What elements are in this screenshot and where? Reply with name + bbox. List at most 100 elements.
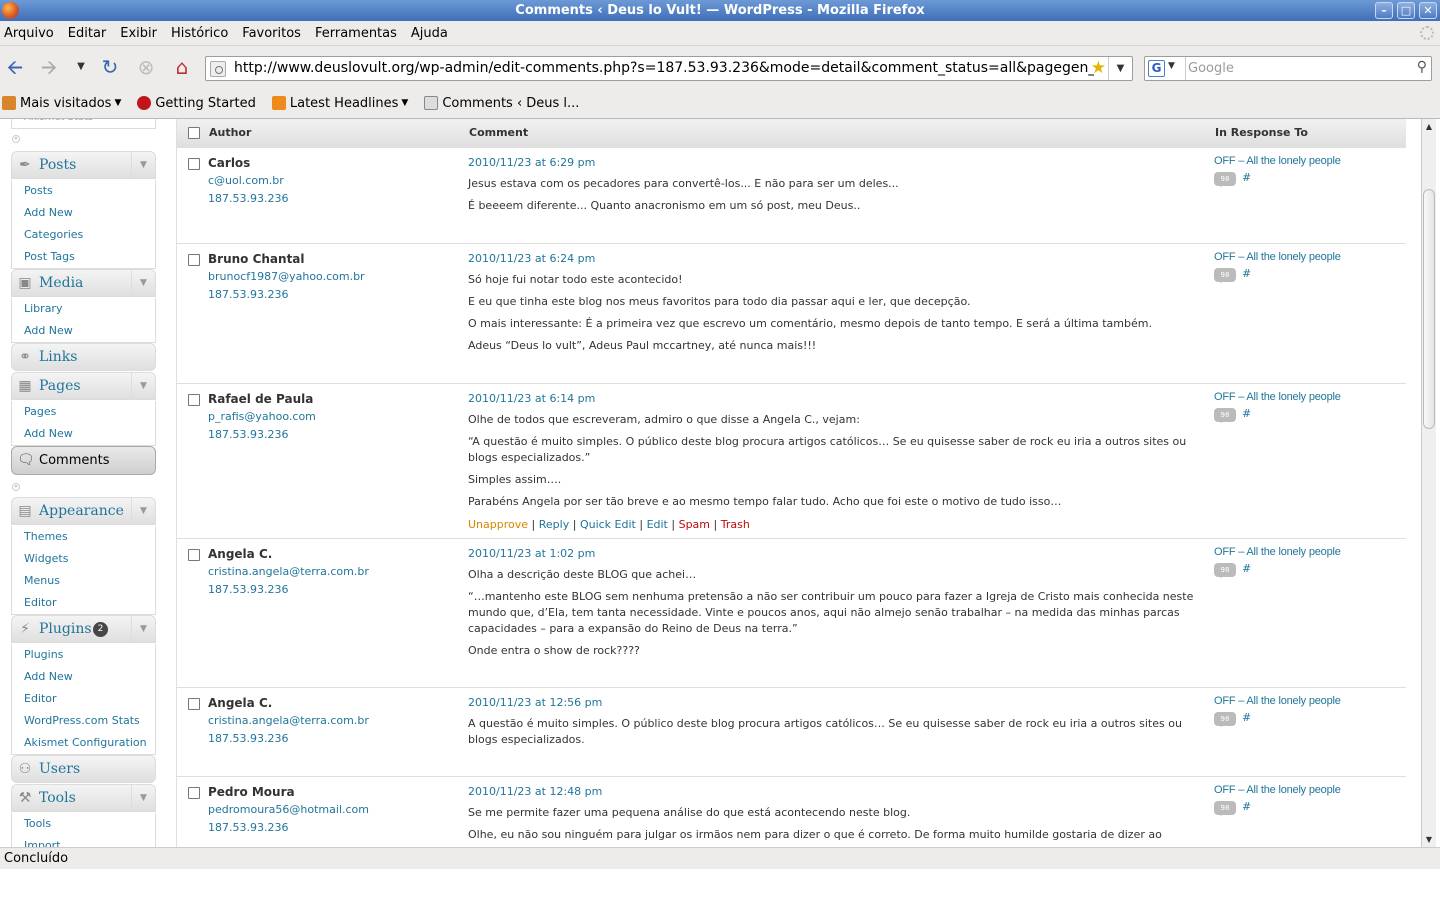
permalink-hash-link[interactable]: # — [1242, 171, 1251, 184]
unapprove-link[interactable]: Unapprove — [468, 518, 528, 531]
sidebar-item-akismet-config[interactable]: Akismet Configuration — [12, 732, 155, 754]
sidebar-item-menus[interactable]: Menus — [12, 570, 155, 592]
permalink-hash-link[interactable]: # — [1242, 711, 1251, 724]
permalink-hash-link[interactable]: # — [1242, 267, 1251, 280]
sidebar-item-import[interactable]: Import — [12, 835, 155, 847]
url-bar[interactable]: http://www.deuslovult.org/wp-admin/edit-… — [205, 56, 1133, 81]
bookmark-comments[interactable]: Comments ‹ Deus l... — [424, 96, 579, 111]
chevron-down-icon[interactable]: ▼ — [131, 616, 155, 643]
post-title-link[interactable]: OFF – All the lonely people — [1214, 545, 1404, 559]
author-ip-link[interactable]: 187.53.93.236 — [208, 286, 458, 304]
collapse-separator-icon[interactable]: « — [12, 135, 20, 143]
comment-checkbox[interactable] — [188, 787, 200, 799]
comment-date-link[interactable]: 2010/11/23 at 12:56 pm — [468, 694, 1202, 712]
menu-posts[interactable]: ✒ Posts ▼ — [11, 151, 156, 179]
menu-arquivo[interactable]: Arquivo — [4, 26, 54, 41]
permalink-hash-link[interactable]: # — [1242, 800, 1251, 813]
maximize-button[interactable]: □ — [1397, 2, 1415, 19]
sidebar-item-akismet-stats[interactable]: Akismet Stats — [11, 119, 156, 129]
author-ip-link[interactable]: 187.53.93.236 — [208, 730, 458, 748]
comment-checkbox[interactable] — [188, 549, 200, 561]
search-input[interactable]: Google — [1185, 57, 1234, 80]
permalink-hash-link[interactable]: # — [1242, 407, 1251, 420]
post-title-link[interactable]: OFF – All the lonely people — [1214, 783, 1404, 797]
quick-edit-link[interactable]: Quick Edit — [580, 518, 636, 531]
author-ip-link[interactable]: 187.53.93.236 — [208, 819, 458, 837]
bookmark-getting-started[interactable]: Getting Started — [137, 96, 256, 111]
close-window-button[interactable]: ✕ — [1419, 2, 1437, 19]
sidebar-item-post-tags[interactable]: Post Tags — [12, 246, 155, 268]
comment-date-link[interactable]: 2010/11/23 at 6:14 pm — [468, 390, 1202, 408]
author-email-link[interactable]: p_rafis@yahoo.com — [208, 408, 458, 426]
sidebar-item-library[interactable]: Library — [12, 298, 155, 320]
history-dropdown-icon[interactable]: ▼ — [68, 54, 94, 80]
comment-date-link[interactable]: 2010/11/23 at 12:48 pm — [468, 783, 1202, 801]
chevron-down-icon[interactable]: ▼ — [131, 785, 155, 812]
chevron-down-icon[interactable]: ▼ — [131, 152, 155, 179]
menu-pages[interactable]: ▦ Pages ▼ — [11, 372, 156, 400]
author-email-link[interactable]: cristina.angela@terra.com.br — [208, 563, 458, 581]
permalink-hash-link[interactable]: # — [1242, 562, 1251, 575]
bookmark-latest-headlines[interactable]: Latest Headlines ▼ — [271, 96, 408, 111]
comment-date-link[interactable]: 2010/11/23 at 6:29 pm — [468, 154, 1202, 172]
menu-editar[interactable]: Editar — [68, 26, 107, 41]
bookmark-mais-visitados[interactable]: Mais visitados ▼ — [2, 96, 121, 111]
sidebar-item-categories[interactable]: Categories — [12, 224, 155, 246]
search-magnifier-icon[interactable]: ⚲ — [1417, 59, 1427, 75]
url-dropdown-icon[interactable]: ▼ — [1108, 57, 1132, 80]
comment-date-link[interactable]: 2010/11/23 at 6:24 pm — [468, 250, 1202, 268]
comment-count-bubble-icon[interactable]: 98 — [1214, 268, 1236, 283]
menu-tools[interactable]: ⚒ Tools ▼ — [11, 784, 156, 812]
sidebar-item-plugin-editor[interactable]: Editor — [12, 688, 155, 710]
spam-link[interactable]: Spam — [679, 518, 710, 531]
stop-icon[interactable]: ⊗ — [133, 54, 159, 80]
reload-icon[interactable]: ↻ — [97, 54, 123, 80]
forward-arrow-icon[interactable]: 🡪 — [36, 54, 62, 80]
minimize-button[interactable]: – — [1375, 2, 1393, 19]
chevron-down-icon[interactable]: ▼ — [131, 373, 155, 400]
comment-count-bubble-icon[interactable]: 98 — [1214, 563, 1236, 578]
sidebar-item-pages[interactable]: Pages — [12, 401, 155, 423]
author-email-link[interactable]: cristina.angela@terra.com.br — [208, 712, 458, 730]
back-arrow-icon[interactable]: 🡨 — [2, 54, 28, 80]
post-title-link[interactable]: OFF – All the lonely people — [1214, 694, 1404, 708]
comment-checkbox[interactable] — [188, 698, 200, 710]
url-text[interactable]: http://www.deuslovult.org/wp-admin/edit-… — [234, 57, 1094, 80]
author-ip-link[interactable]: 187.53.93.236 — [208, 581, 458, 599]
author-ip-link[interactable]: 187.53.93.236 — [208, 426, 458, 444]
edit-link[interactable]: Edit — [647, 518, 668, 531]
sidebar-item-tools[interactable]: Tools — [12, 813, 155, 835]
scroll-down-arrow-icon[interactable]: ▼ — [1422, 832, 1436, 847]
menu-ajuda[interactable]: Ajuda — [411, 26, 448, 41]
menu-media[interactable]: ▣ Media ▼ — [11, 269, 156, 297]
select-all-checkbox[interactable] — [188, 127, 200, 139]
scroll-up-arrow-icon[interactable]: ▲ — [1422, 119, 1436, 134]
menu-ferramentas[interactable]: Ferramentas — [315, 26, 397, 41]
menu-appearance[interactable]: ▤ Appearance ▼ — [11, 497, 156, 525]
comment-date-link[interactable]: 2010/11/23 at 1:02 pm — [468, 545, 1202, 563]
collapse-separator-icon[interactable]: « — [12, 483, 20, 491]
scroll-thumb[interactable] — [1423, 189, 1435, 429]
comment-checkbox[interactable] — [188, 394, 200, 406]
comment-count-bubble-icon[interactable]: 98 — [1214, 712, 1236, 727]
home-icon[interactable]: ⌂ — [169, 54, 195, 80]
sidebar-item-add-new-media[interactable]: Add New — [12, 320, 155, 342]
sidebar-item-add-new-page[interactable]: Add New — [12, 423, 155, 445]
menu-users[interactable]: ⚇ Users — [11, 755, 156, 783]
post-title-link[interactable]: OFF – All the lonely people — [1214, 250, 1404, 264]
comment-checkbox[interactable] — [188, 254, 200, 266]
site-identity-icon[interactable] — [210, 61, 226, 77]
chevron-down-icon[interactable]: ▼ — [131, 270, 155, 297]
comment-count-bubble-icon[interactable]: 98 — [1214, 801, 1236, 816]
menu-favoritos[interactable]: Favoritos — [242, 26, 301, 41]
comment-count-bubble-icon[interactable]: 98 — [1214, 172, 1236, 187]
chevron-down-icon[interactable]: ▼ — [131, 498, 155, 525]
menu-plugins[interactable]: ⚡ Plugins 2 ▼ — [11, 615, 156, 643]
menu-links[interactable]: ⚭ Links — [11, 343, 156, 371]
sidebar-item-widgets[interactable]: Widgets — [12, 548, 155, 570]
sidebar-item-wpcom-stats[interactable]: WordPress.com Stats — [12, 710, 155, 732]
sidebar-item-add-new-post[interactable]: Add New — [12, 202, 155, 224]
post-title-link[interactable]: OFF – All the lonely people — [1214, 390, 1404, 404]
google-engine-icon[interactable]: G — [1148, 60, 1165, 77]
reply-link[interactable]: Reply — [539, 518, 569, 531]
